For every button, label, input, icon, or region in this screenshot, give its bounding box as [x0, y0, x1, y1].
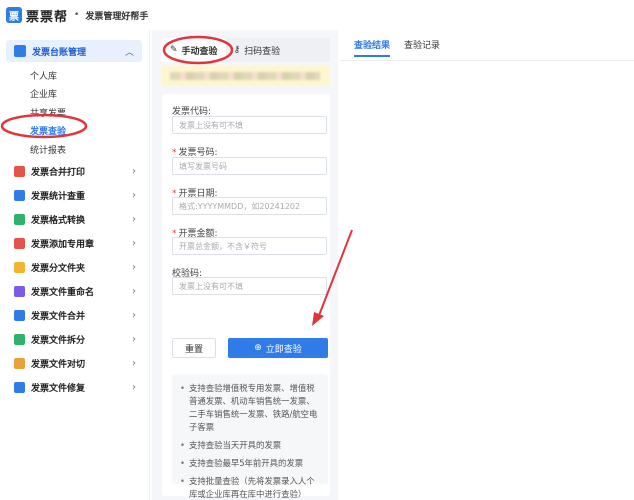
sidebar-item[interactable]: 发票合并打印 ›: [14, 162, 140, 180]
verify-now-label: 立即查验: [265, 344, 302, 355]
sidebar-item[interactable]: 发票添加专用章 ›: [14, 234, 140, 252]
tab-scan-label: 扫码查验: [244, 46, 281, 57]
check-code-input[interactable]: 发票上没有可不填: [172, 277, 327, 295]
cut-icon: [14, 357, 25, 369]
invoice-amount-input[interactable]: 开票总金额，不含￥符号: [172, 237, 327, 255]
merge-icon: [14, 309, 25, 321]
verify-tabs: ✎ 手动查验 ⚷ 扫码查验: [162, 38, 330, 62]
pencil-icon: ✎: [170, 45, 178, 55]
blurred-notice-text: [170, 72, 320, 80]
chevron-right-icon: ›: [132, 165, 136, 177]
app-name: 票票帮: [26, 9, 69, 25]
tip-item: • 支持批量查验（先将发票录入人个库或企业库再在库中进行查验）: [180, 476, 315, 499]
verify-form: 发票代码: 发票上没有可不填 * 发票号码: 填写发票号码 * 开票日期: 格式:Y…: [162, 94, 330, 499]
sidebar-item-label: 发票文件拆分: [31, 335, 86, 346]
chevron-right-icon: ›: [132, 381, 136, 393]
sidebar-item-label: 发票文件修复: [31, 383, 86, 394]
sidebar-item-label: 发票文件合并: [31, 311, 86, 322]
sidebar-item-label: 发票文件重命名: [31, 287, 95, 298]
reset-button[interactable]: 重置: [172, 338, 216, 358]
chevron-right-icon: ›: [132, 189, 136, 201]
sidebar-item-label: 发票格式转换: [31, 215, 86, 226]
sidebar-item-label: 发票统计查重: [31, 191, 86, 202]
sidebar-subitem-verify[interactable]: 发票查验: [30, 124, 66, 137]
result-panel: 查验结果 查验记录: [340, 30, 634, 500]
app-header: 票 票票帮 • 发票管理好帮手: [0, 0, 634, 30]
sidebar-item-label: 发票文件对切: [31, 359, 86, 370]
tip-item: • 支持查验最早5年前开具的发票: [180, 458, 304, 468]
stamp-icon: [14, 237, 25, 249]
verify-panel: ✎ 手动查验 ⚷ 扫码查验 发票代码: 发票上没有可不填 * 发票号码: 填写发票…: [152, 30, 338, 500]
chart-icon: [14, 189, 25, 201]
folder-icon: [14, 261, 25, 273]
chevron-right-icon: ›: [132, 237, 136, 249]
sidebar-item-label: 发票合并打印: [31, 167, 86, 178]
tips-box: • 支持查验增值税专用发票、增值税普通发票、机动车销售统一发票、二手车销售统一发票…: [172, 374, 328, 499]
sidebar-item[interactable]: 发票文件对切 ›: [14, 354, 140, 372]
chevron-right-icon: ›: [132, 357, 136, 369]
chevron-right-icon: ›: [132, 213, 136, 225]
invoice-number-input[interactable]: 填写发票号码: [172, 157, 327, 175]
chevron-right-icon: ›: [132, 285, 136, 297]
tab-manual-label: 手动查验: [181, 46, 218, 57]
search-icon: ⊕: [254, 343, 262, 353]
sidebar-item[interactable]: 发票文件拆分 ›: [14, 330, 140, 348]
split-icon: [14, 333, 25, 345]
tip-item: • 支持查验当天开具的发票: [180, 440, 282, 450]
result-tabs: 查验结果 查验记录: [354, 38, 454, 57]
app-tagline: 发票管理好帮手: [85, 11, 149, 22]
ledger-icon: [14, 45, 26, 57]
sidebar-group-invoice-ledger[interactable]: 发票台账管理 ︿: [6, 40, 142, 62]
app-logo-icon: 票: [6, 7, 22, 23]
wrench-icon: [14, 381, 25, 393]
rename-icon: [14, 285, 25, 297]
invoice-date-input[interactable]: 格式:YYYYMMDD，如20241202: [172, 197, 327, 215]
printer-icon: [14, 165, 25, 177]
notice-banner: [162, 66, 330, 86]
tab-manual-verify[interactable]: ✎ 手动查验: [162, 38, 226, 62]
sidebar-item[interactable]: 发票分文件夹 ›: [14, 258, 140, 276]
chevron-right-icon: ›: [132, 333, 136, 345]
tab-verify-history[interactable]: 查验记录: [404, 38, 440, 57]
tip-item: • 支持查验增值税专用发票、增值税普通发票、机动车销售统一发票、二手车销售统一发票…: [180, 383, 318, 432]
sidebar-item[interactable]: 发票文件重命名 ›: [14, 282, 140, 300]
sidebar-item-label: 发票分文件夹: [31, 263, 86, 274]
sidebar-subitem-report[interactable]: 统计报表: [30, 143, 66, 156]
sidebar-item[interactable]: 发票格式转换 ›: [14, 210, 140, 228]
sidebar-subitem-shared[interactable]: 共享发票: [30, 106, 66, 119]
sidebar-group-label: 发票台账管理: [32, 47, 87, 58]
tab-verify-result[interactable]: 查验结果: [354, 38, 391, 57]
tab-scan-verify[interactable]: ⚷ 扫码查验: [226, 38, 289, 62]
sidebar-subitem-personal[interactable]: 个人库: [30, 69, 57, 82]
sidebar-subitem-enterprise[interactable]: 企业库: [30, 87, 57, 100]
sidebar-item-label: 发票添加专用章: [31, 239, 95, 250]
sidebar: 发票台账管理 ︿ 个人库 企业库 共享发票 发票查验 统计报表 发票合并打印 › 发…: [0, 30, 150, 500]
invoice-code-input[interactable]: 发票上没有可不填: [172, 116, 327, 134]
chevron-right-icon: ›: [132, 309, 136, 321]
key-icon: ⚷: [233, 45, 241, 55]
verify-now-button[interactable]: ⊕ 立即查验: [228, 338, 328, 358]
sidebar-item[interactable]: 发票统计查重 ›: [14, 186, 140, 204]
header-separator: •: [74, 10, 80, 20]
chevron-right-icon: ›: [132, 261, 136, 273]
sidebar-item[interactable]: 发票文件修复 ›: [14, 378, 140, 396]
tab-divider: [340, 60, 634, 61]
chevron-up-icon: ︿: [124, 48, 134, 58]
sidebar-item[interactable]: 发票文件合并 ›: [14, 306, 140, 324]
swap-icon: [14, 213, 25, 225]
